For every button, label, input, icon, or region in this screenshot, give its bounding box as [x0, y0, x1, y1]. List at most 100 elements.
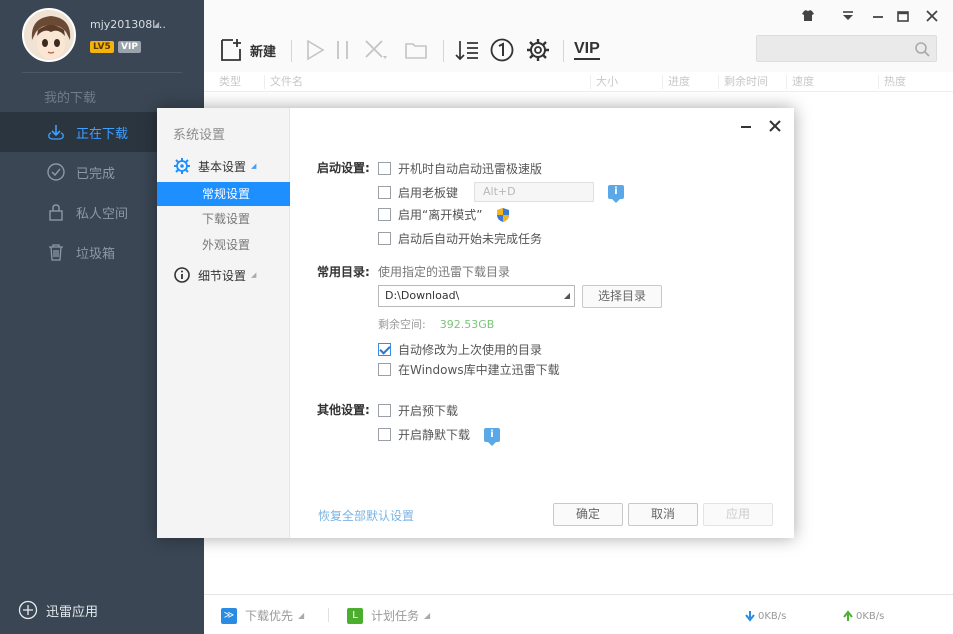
- dialog-title: 系统设置: [173, 128, 226, 143]
- vip-badge: VIP: [118, 41, 141, 53]
- option-label: 自动修改为上次使用的目录: [398, 343, 543, 357]
- choose-directory-button[interactable]: 选择目录: [582, 285, 662, 308]
- ok-button[interactable]: 确定: [553, 503, 623, 526]
- pre-download-checkbox[interactable]: [378, 404, 391, 417]
- toolbar-divider: [563, 40, 564, 62]
- column-header-progress[interactable]: 进度: [662, 75, 690, 89]
- free-space: 剩余空间: 392.53GB: [378, 316, 494, 332]
- dialog-close-icon[interactable]: [767, 118, 783, 134]
- dropdown-arrow-icon: ◢: [563, 291, 570, 300]
- settings-button[interactable]: [525, 36, 551, 64]
- download-priority-button[interactable]: ≫ 下载优先 ◢: [221, 607, 304, 624]
- pause-icon: [337, 41, 348, 59]
- silent-download-checkbox[interactable]: [378, 428, 391, 441]
- new-task-button[interactable]: 新建: [218, 36, 276, 64]
- delete-button[interactable]: [362, 36, 388, 64]
- open-folder-button[interactable]: [403, 36, 429, 64]
- option-remember-last-dir[interactable]: 自动修改为上次使用的目录: [378, 341, 542, 358]
- option-label: 在Windows库中建立迅雷下载: [398, 363, 560, 377]
- number-one-circle-icon: [490, 38, 514, 62]
- pause-button[interactable]: [330, 36, 356, 64]
- toolbar-divider: [291, 40, 292, 62]
- check-circle-icon: [47, 163, 65, 181]
- auto-resume-checkbox[interactable]: [378, 232, 391, 245]
- info-icon: [174, 267, 190, 283]
- upload-speed: 0KB/s: [842, 610, 884, 622]
- settings-group-label: 基本设置: [198, 159, 247, 174]
- minimize-icon[interactable]: [870, 8, 886, 24]
- directory-settings-label: 常用目录:: [317, 265, 370, 279]
- help-info-icon[interactable]: i: [484, 427, 501, 446]
- restore-defaults-link[interactable]: 恢复全部默认设置: [318, 507, 414, 524]
- apply-button[interactable]: 应用: [703, 503, 773, 526]
- option-auto-resume[interactable]: 启动后自动开始未完成任务: [378, 230, 542, 247]
- start-button[interactable]: [302, 36, 328, 64]
- expand-arrow-icon: ◢: [251, 271, 257, 279]
- column-header-remaining-time[interactable]: 剩余时间: [718, 75, 768, 89]
- sidebar-item-label: 已完成: [76, 166, 116, 182]
- option-windows-library[interactable]: 在Windows库中建立迅雷下载: [378, 361, 560, 378]
- option-pre-download[interactable]: 开启预下载: [378, 402, 458, 419]
- sidebar-item-label: 正在下载: [76, 126, 129, 142]
- cancel-button[interactable]: 取消: [628, 503, 698, 526]
- option-away-mode[interactable]: 启用“离开模式”: [378, 206, 510, 223]
- scheduled-task-button[interactable]: L 计划任务 ◢: [347, 607, 430, 624]
- maximize-icon[interactable]: [895, 8, 911, 24]
- vip-button[interactable]: VIP: [574, 36, 600, 64]
- column-header-speed[interactable]: 速度: [786, 75, 814, 89]
- option-boss-key[interactable]: 启用老板键 Alt+D i: [378, 182, 625, 203]
- column-header-popularity[interactable]: 热度: [878, 75, 906, 89]
- dropdown-arrow-icon: ◢: [298, 611, 305, 620]
- settings-group-detail[interactable]: 细节设置 ◢: [173, 266, 256, 284]
- auto-start-checkbox[interactable]: [378, 162, 391, 175]
- column-header-type[interactable]: 类型: [214, 75, 241, 89]
- away-mode-checkbox[interactable]: [378, 208, 391, 221]
- user-menu-arrow-icon[interactable]: ◢: [153, 20, 159, 29]
- option-auto-start[interactable]: 开机时自动启动迅雷极速版: [378, 160, 542, 177]
- lock-icon: [49, 204, 63, 221]
- settings-item-download[interactable]: 下载设置: [157, 207, 290, 231]
- play-icon: [307, 39, 325, 61]
- speed-limit-button[interactable]: [489, 36, 515, 64]
- vip-label: VIP: [574, 40, 600, 60]
- download-directory-value: D:\Download\: [385, 289, 460, 302]
- search-icon[interactable]: [914, 41, 930, 57]
- download-icon: [48, 125, 64, 140]
- apps-label: 迅雷应用: [46, 604, 99, 620]
- boss-key-hotkey-input[interactable]: Alt+D: [474, 182, 595, 202]
- settings-item-general[interactable]: 常规设置: [157, 182, 290, 206]
- option-label: 启用“离开模式”: [398, 208, 483, 222]
- skin-shirt-icon[interactable]: [800, 8, 816, 24]
- boss-key-checkbox[interactable]: [378, 185, 391, 199]
- option-silent-download[interactable]: 开启静默下载 i: [378, 426, 501, 446]
- settings-group-basic[interactable]: 基本设置 ◢: [173, 157, 256, 175]
- windows-library-checkbox[interactable]: [378, 363, 391, 376]
- download-priority-label: 下载优先: [245, 609, 294, 623]
- settings-item-appearance[interactable]: 外观设置: [157, 233, 290, 257]
- task-list-header: 类型 文件名 大小 进度 剩余时间 速度 热度: [204, 72, 953, 92]
- menu-dropdown-icon[interactable]: [840, 8, 856, 24]
- option-label: 开启静默下载: [398, 428, 471, 442]
- delete-x-icon: [365, 40, 387, 59]
- avatar[interactable]: [22, 8, 76, 62]
- sort-button[interactable]: [454, 36, 480, 64]
- column-header-size[interactable]: 大小: [590, 75, 618, 89]
- close-icon[interactable]: [924, 8, 940, 24]
- gear-icon: [174, 158, 190, 174]
- download-speed: 0KB/s: [744, 610, 786, 622]
- column-header-filename[interactable]: 文件名: [264, 75, 303, 89]
- gear-icon: [527, 39, 549, 61]
- toolbar-divider: [443, 40, 444, 62]
- down-arrow-icon: [745, 611, 755, 622]
- option-label: 开机时自动启动迅雷极速版: [398, 162, 543, 176]
- new-task-label: 新建: [250, 44, 277, 60]
- help-info-icon[interactable]: i: [608, 185, 625, 203]
- remember-last-dir-checkbox[interactable]: [378, 343, 391, 356]
- other-settings-label: 其他设置:: [317, 403, 370, 417]
- option-label: 开启预下载: [398, 404, 459, 418]
- dialog-minimize-icon[interactable]: [738, 118, 754, 134]
- search-input[interactable]: [756, 35, 937, 62]
- folder-icon: [405, 43, 427, 59]
- thunder-apps-button[interactable]: 迅雷应用: [18, 600, 98, 620]
- download-directory-select[interactable]: D:\Download\ ◢: [378, 285, 575, 307]
